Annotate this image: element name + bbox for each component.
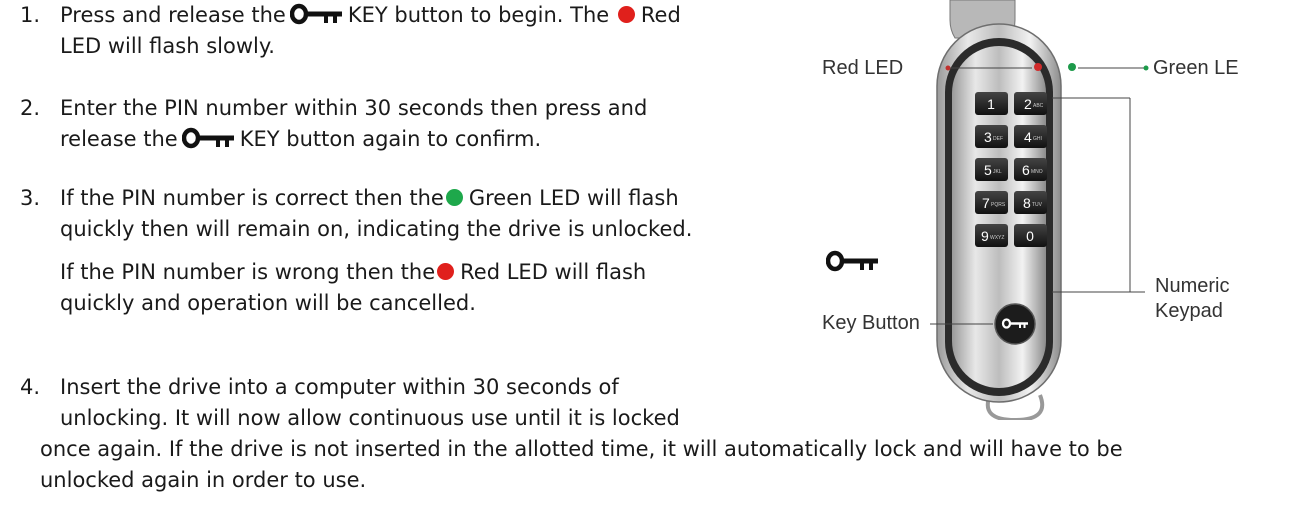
step-4: 4. Insert the drive into a computer with… [20, 372, 780, 434]
svg-text:0: 0 [1026, 228, 1034, 244]
key-6[interactable]: 6 MNO [1014, 158, 1047, 181]
step-body: Press and release the KEY button to begin… [60, 3, 681, 58]
step-body: Insert the drive into a computer within … [60, 375, 680, 430]
svg-text:3: 3 [984, 129, 992, 145]
numeric-label: Numeric [1155, 275, 1230, 297]
svg-text:PQRS: PQRS [991, 202, 1006, 208]
svg-text:8: 8 [1023, 195, 1031, 211]
key-2[interactable]: 2 ABC [1014, 92, 1047, 115]
key-icon [182, 127, 236, 149]
key-icon [290, 3, 344, 25]
step-body: Enter the PIN number within 30 seconds t… [60, 96, 648, 151]
svg-text:2: 2 [1024, 96, 1032, 112]
red-led [1034, 63, 1042, 71]
svg-text:JKL: JKL [993, 169, 1002, 175]
step-2: 2. Enter the PIN number within 30 second… [20, 93, 780, 155]
svg-text:7: 7 [982, 195, 990, 211]
svg-text:5: 5 [984, 162, 992, 178]
key-9[interactable]: 9 WXYZ [975, 224, 1008, 247]
key-button-label: Key Button [822, 312, 920, 334]
red-led-label: Red LED [822, 57, 904, 79]
svg-text:1: 1 [987, 96, 995, 112]
svg-text:DEF: DEF [993, 136, 1003, 142]
key-5[interactable]: 5 JKL [975, 158, 1008, 181]
svg-text:9: 9 [981, 228, 989, 244]
key-3[interactable]: 3 DEF [975, 125, 1008, 148]
step-body: If the PIN number is correct then the Gre… [60, 186, 693, 315]
svg-text:6: 6 [1022, 162, 1030, 178]
svg-text:ABC: ABC [1033, 103, 1044, 109]
step-3: 3. If the PIN number is correct then the… [20, 183, 780, 319]
svg-text:GHI: GHI [1033, 136, 1042, 142]
step-4-continuation: once again. If the drive is not inserted… [40, 437, 1123, 492]
key-button[interactable] [994, 303, 1036, 345]
red-led-dot-icon [617, 6, 635, 23]
green-led [1068, 63, 1076, 71]
key-7[interactable]: 7 PQRS [975, 191, 1008, 214]
green-led-label: Green LE [1153, 57, 1239, 79]
key-0[interactable]: 0 [1014, 224, 1047, 247]
key-4[interactable]: 4 GHI [1014, 125, 1047, 148]
svg-text:MNO: MNO [1031, 169, 1043, 175]
green-led-dot-icon [445, 189, 463, 206]
svg-text:WXYZ: WXYZ [990, 235, 1004, 241]
step-1: 1. Press and release the KEY button to be… [20, 0, 780, 62]
red-led-dot-icon [437, 263, 455, 280]
key-1[interactable]: 1 [975, 92, 1008, 115]
keypad-label: Keypad [1155, 300, 1223, 322]
svg-text:4: 4 [1024, 129, 1032, 145]
svg-text:TUV: TUV [1032, 202, 1043, 208]
key-8[interactable]: 8 TUV [1014, 191, 1047, 214]
